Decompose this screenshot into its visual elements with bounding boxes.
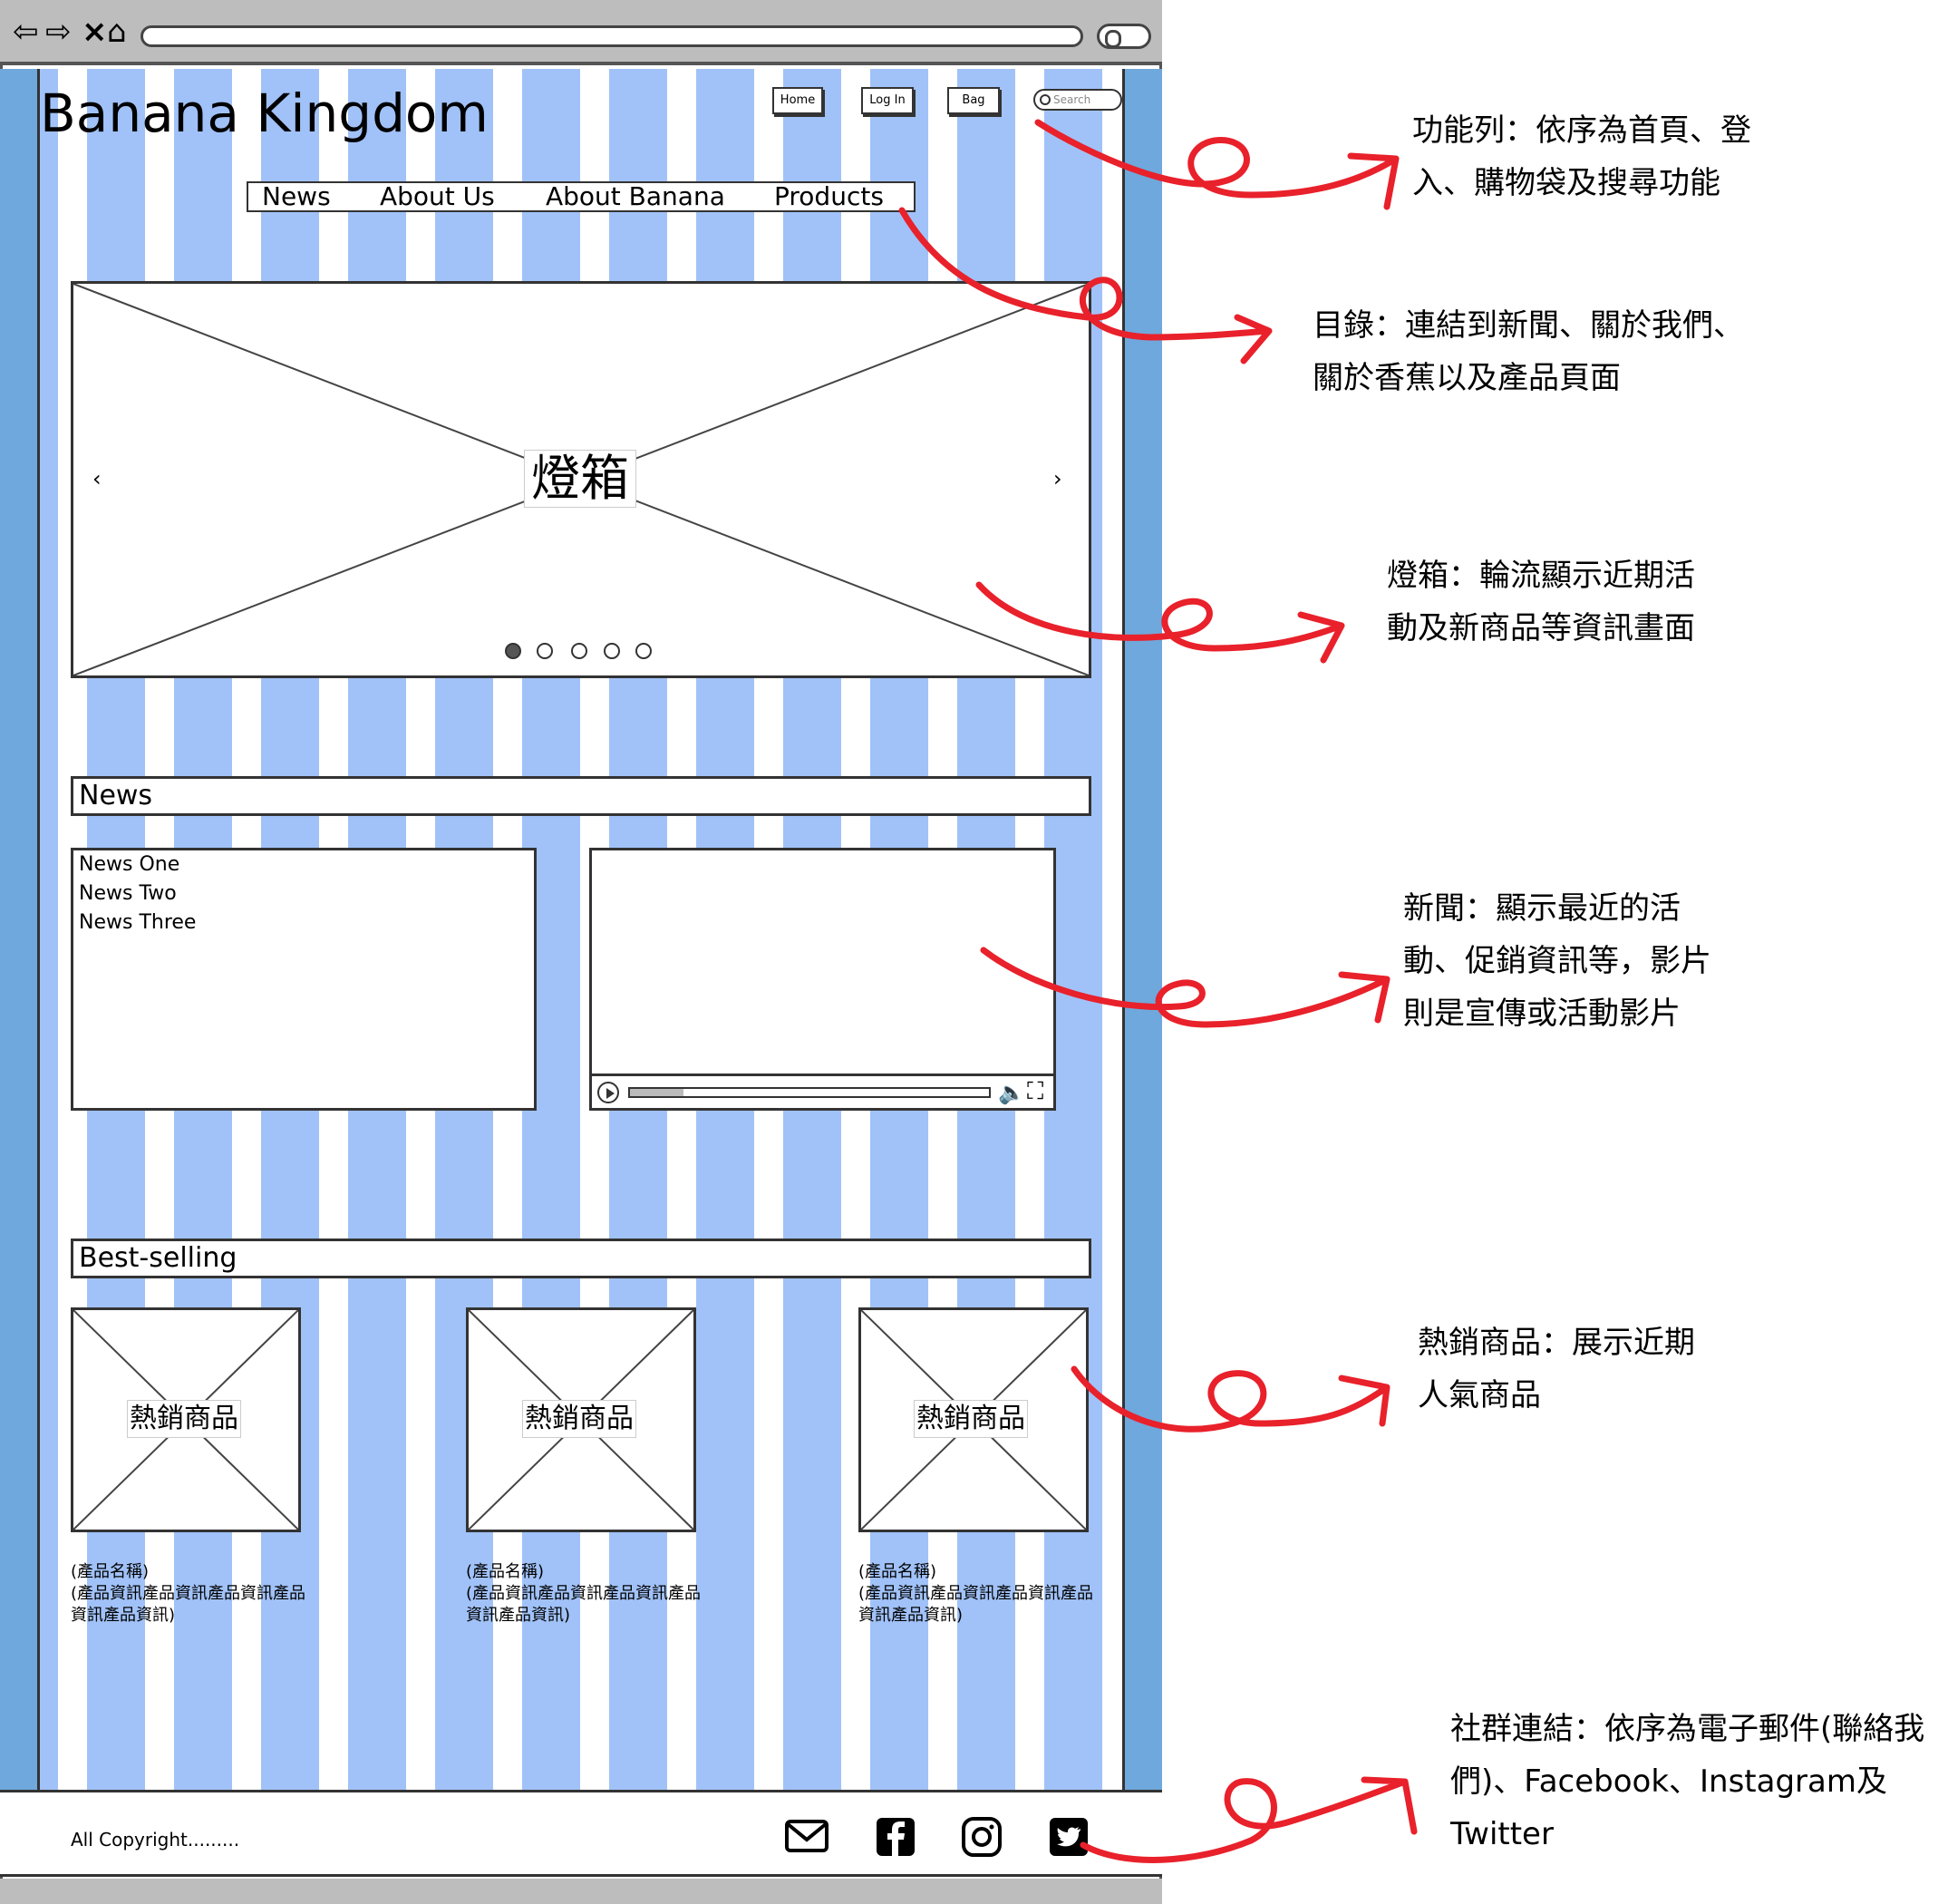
annotation-best-selling: 熱銷商品：展示近期 人氣商品 (1418, 1316, 1695, 1422)
annotation-line: 動及新商品等資訊畫面 (1387, 610, 1695, 646)
annotation-line: 們)、Facebook、Instagram及 (1450, 1763, 1887, 1800)
annotation-lightbox: 燈箱：輪流顯示近期活 動及新商品等資訊畫面 (1387, 549, 1695, 655)
annotation-line: 社群連結：依序為電子郵件(聯絡我 (1450, 1711, 1925, 1747)
annotation-social: 社群連結：依序為電子郵件(聯絡我 們)、Facebook、Instagram及 … (1450, 1703, 1924, 1860)
annotation-line: 人氣商品 (1418, 1377, 1541, 1413)
annotation-line: 新聞：顯示最近的活 (1403, 890, 1681, 927)
annotation-line: 熱銷商品：展示近期 (1418, 1325, 1695, 1361)
annotation-line: 關於香蕉以及產品頁面 (1313, 360, 1621, 396)
arrow-toolbar (1034, 119, 1400, 210)
annotation-toolbar: 功能列：依序為首頁、登 入、購物袋及搜尋功能 (1412, 104, 1751, 209)
arrow-menu (898, 207, 1273, 364)
annotation-line: Twitter (1450, 1816, 1554, 1852)
annotation-menu: 目錄：連結到新聞、關於我們、 關於香蕉以及產品頁面 (1313, 299, 1744, 404)
annotation-line: 燈箱：輪流顯示近期活 (1387, 558, 1695, 594)
annotation-line: 動、促銷資訊等，影片 (1403, 943, 1711, 979)
annotation-line: 功能列：依序為首頁、登 (1412, 112, 1751, 149)
arrow-lightbox (975, 581, 1345, 664)
arrow-social (1080, 1776, 1418, 1863)
annotation-line: 入、購物袋及搜尋功能 (1412, 165, 1720, 201)
arrow-news (980, 947, 1391, 1028)
annotation-line: 目錄：連結到新聞、關於我們、 (1313, 307, 1744, 344)
arrow-best-selling (1071, 1365, 1391, 1433)
annotation-line: 則是宣傳或活動影片 (1403, 996, 1681, 1032)
annotation-news: 新聞：顯示最近的活 動、促銷資訊等，影片 則是宣傳或活動影片 (1403, 882, 1711, 1040)
